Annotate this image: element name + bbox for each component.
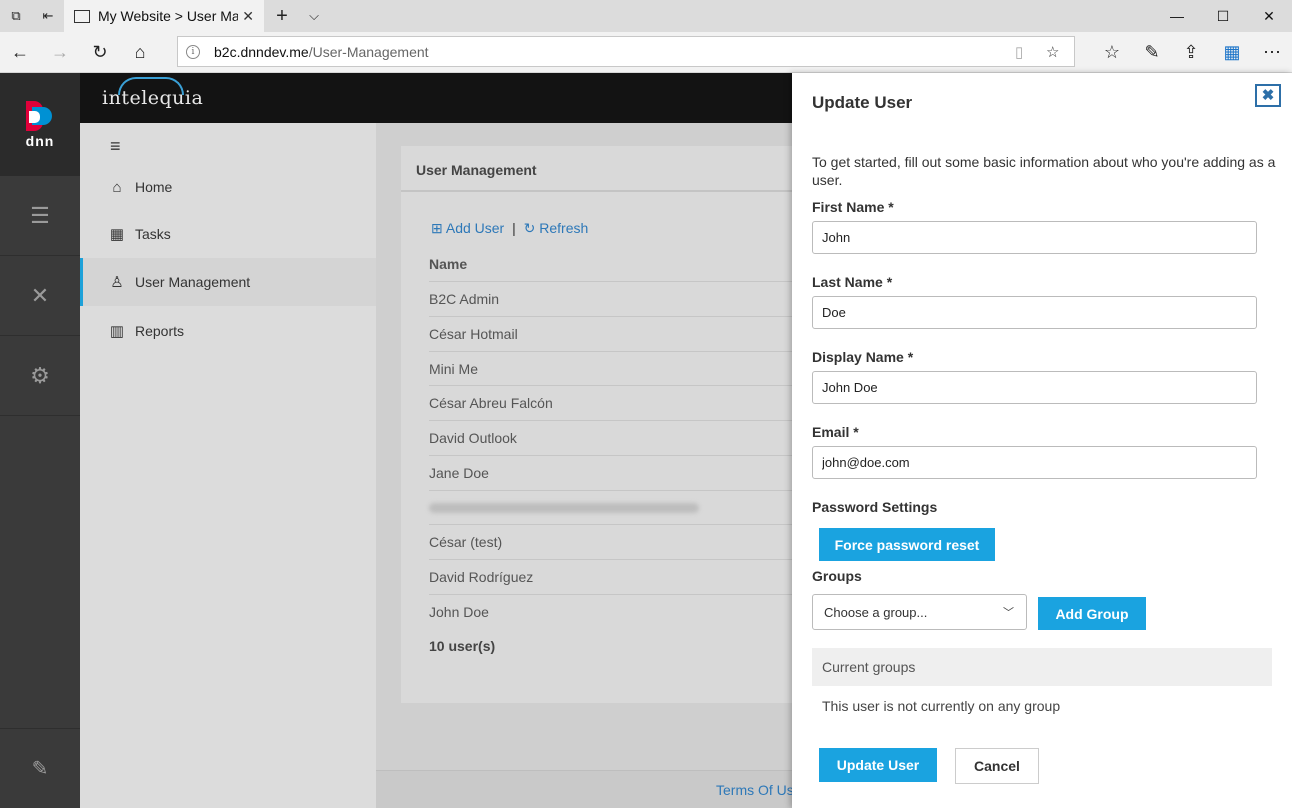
tools-icon[interactable]: ✕ [0,256,80,336]
cancel-button[interactable]: Cancel [955,748,1039,784]
force-password-reset-button[interactable]: Force password reset [819,528,995,561]
dnn-logo-text: dnn [25,132,55,149]
table-row[interactable]: David Outlook [429,420,801,455]
forward-arrow-icon[interactable]: → [40,32,80,72]
panel-actions: ⊞ Add User | ↻ Refresh [431,220,588,237]
group-select-value: Choose a group... [824,604,928,620]
close-tab-icon[interactable]: ✕ [242,8,254,25]
add-user-icon[interactable]: ⊞ [431,220,443,236]
first-name-label: First Name * [812,199,894,215]
more-menu-icon[interactable]: ⋯ [1252,32,1292,72]
site-logo[interactable]: intelequia [102,87,203,109]
table-row[interactable]: B2C Admin [429,281,801,316]
settings-gear-icon[interactable]: ⚙ [0,336,80,416]
refresh-icon[interactable]: ↻ [80,32,120,72]
refresh-link[interactable]: Refresh [539,220,588,236]
pen-icon[interactable]: ✎ [1132,32,1172,72]
favorites-list-icon[interactable]: ☆ [1092,32,1132,72]
sidebar-item-home[interactable]: ⌂ Home [80,163,376,211]
page-icon [74,9,90,23]
tab-title: My Website > User Mar [98,8,238,24]
display-name-field[interactable] [812,371,1257,404]
panel-title: User Management [401,146,801,192]
sidebar-item-label: Home [135,179,173,195]
chart-icon: ▥ [109,323,125,340]
url-path: /User-Management [308,43,429,60]
group-select[interactable]: Choose a group... ﹀ [812,594,1027,630]
table-row[interactable]: César (test) [429,524,801,559]
table-row[interactable] [429,490,801,525]
sidebar-item-label: User Management [135,274,251,290]
maximize-button[interactable]: ☐ [1200,0,1246,32]
share-icon[interactable]: ⇪ [1171,32,1211,72]
current-groups-header: Current groups [812,648,1272,686]
page-footer: Terms Of Us [376,770,794,808]
chevron-down-icon: ﹀ [1003,607,1014,619]
first-name-field[interactable] [812,221,1257,254]
display-name-label: Display Name * [812,349,914,365]
favorite-star-icon[interactable]: ☆ [1046,43,1059,61]
browser-tab[interactable]: My Website > User Mar ✕ [64,0,264,32]
url-host: b2c.dnndev.me [214,43,309,60]
minimize-button[interactable]: — [1154,0,1200,32]
edit-pencil-icon[interactable]: ✎ [0,728,80,808]
sidebar-item-user-management[interactable]: ♙ User Management [80,258,376,306]
address-toolbar: ← → ↻ ⌂ i b2c.dnndev.me/User-Management … [0,32,1292,73]
home-icon[interactable]: ⌂ [120,32,160,72]
hamburger-menu-icon[interactable]: ≡ [110,136,121,157]
site-header: intelequia [80,73,792,123]
email-label: Email * [812,424,859,440]
tab-actions-icon[interactable]: ⧉ [0,0,32,32]
user-management-panel: User Management ⊞ Add User | ↻ Refresh N… [401,146,801,703]
terms-of-use-link[interactable]: Terms Of Us [716,782,794,798]
password-settings-label: Password Settings [812,499,938,515]
table-row[interactable]: Jane Doe [429,455,801,490]
add-group-button[interactable]: Add Group [1038,597,1146,630]
close-icon[interactable]: ✖ [1255,84,1281,107]
last-name-field[interactable] [812,296,1257,329]
dnn-persona-bar: dnn ☰ ✕ ⚙ ✎ [0,73,80,808]
back-arrow-icon[interactable]: ← [0,32,40,72]
dnn-logo-mark [26,100,54,131]
table-row[interactable]: César Hotmail [429,316,801,351]
sidebar-item-reports[interactable]: ▥ Reports [80,307,376,355]
table-row[interactable]: John Doe [429,594,801,629]
tab-list-button[interactable]: ⌵ [298,0,330,32]
close-window-button[interactable]: ✕ [1246,0,1292,32]
groups-label: Groups [812,568,862,584]
page-content: ≡ ⌂ Home ▦ Tasks ♙ User Management ▥ Rep… [80,123,801,808]
add-user-link[interactable]: Add User [446,220,504,236]
refresh-icon[interactable]: ↻ [524,220,536,236]
apps-grid-icon[interactable]: ▦ [1212,32,1252,72]
dnn-logo[interactable]: dnn [0,73,80,176]
email-field[interactable] [812,446,1257,479]
browser-tab-bar: ⧉ ⇤ My Website > User Mar ✕ + ⌵ — ☐ ✕ [0,0,1292,32]
set-tabs-aside-icon[interactable]: ⇤ [32,0,64,32]
content-icon[interactable]: ☰ [0,176,80,256]
user-count: 10 user(s) [429,638,496,654]
redacted-name [429,503,699,513]
sidebar-item-tasks[interactable]: ▦ Tasks [80,210,376,258]
side-navigation: ≡ ⌂ Home ▦ Tasks ♙ User Management ▥ Rep… [80,123,376,808]
sidebar-item-label: Reports [135,323,185,339]
drawer-title: Update User [812,93,913,112]
column-header-name[interactable]: Name [429,256,801,272]
no-groups-message: This user is not currently on any group [822,698,1061,714]
table-row[interactable]: Mini Me [429,351,801,386]
url-bar[interactable]: i b2c.dnndev.me/User-Management ▯ ☆ [177,36,1075,67]
last-name-label: Last Name * [812,274,893,290]
new-tab-button[interactable]: + [266,0,298,32]
separator: | [512,220,516,236]
reading-view-icon[interactable]: ▯ [1015,43,1023,61]
drawer-intro: To get started, fill out some basic info… [812,154,1276,188]
sidebar-item-label: Tasks [135,226,171,242]
update-user-drawer: Update User ✖ To get started, fill out s… [792,73,1292,808]
site-info-icon[interactable]: i [186,44,200,59]
update-user-button[interactable]: Update User [819,748,937,782]
home-icon: ⌂ [112,178,122,196]
table-row[interactable]: David Rodríguez [429,559,801,594]
table-row[interactable]: César Abreu Falcón [429,385,801,420]
calendar-icon: ▦ [109,226,125,243]
user-icon: ♙ [110,274,124,291]
